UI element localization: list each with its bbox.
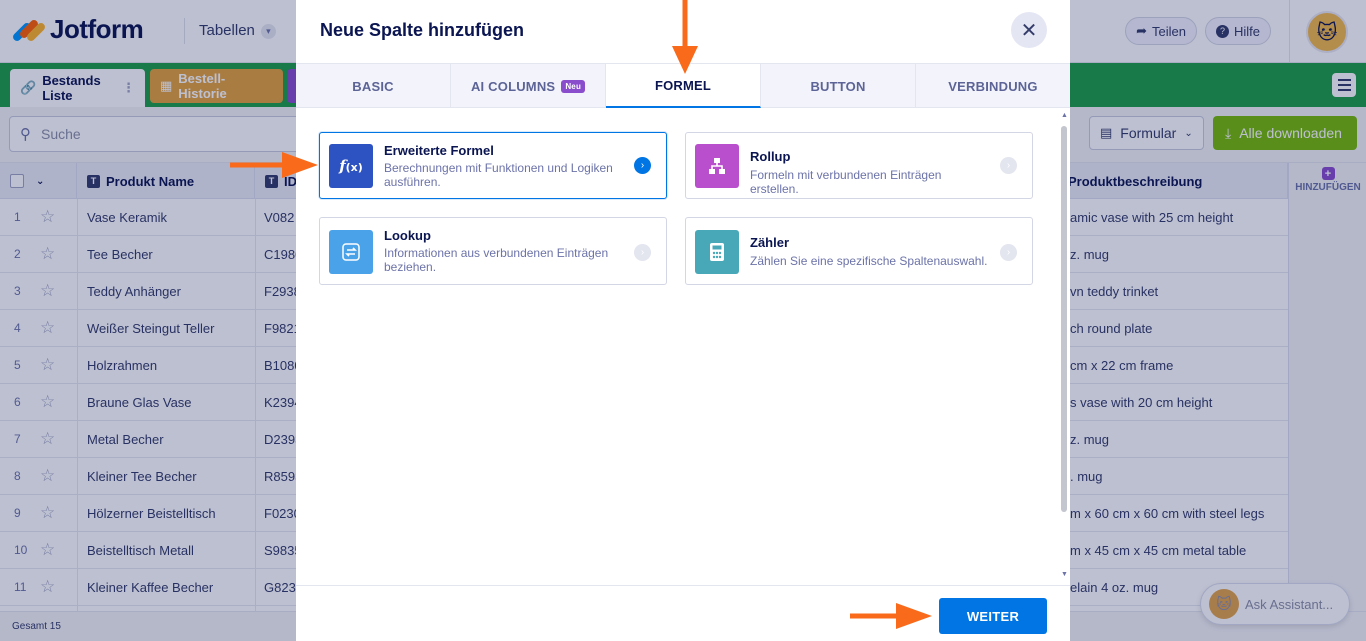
arrow-down-icon [672, 0, 698, 74]
annotation-arrows [230, 0, 932, 629]
arrow-right-icon [850, 603, 932, 629]
arrow-right-icon [230, 152, 318, 178]
